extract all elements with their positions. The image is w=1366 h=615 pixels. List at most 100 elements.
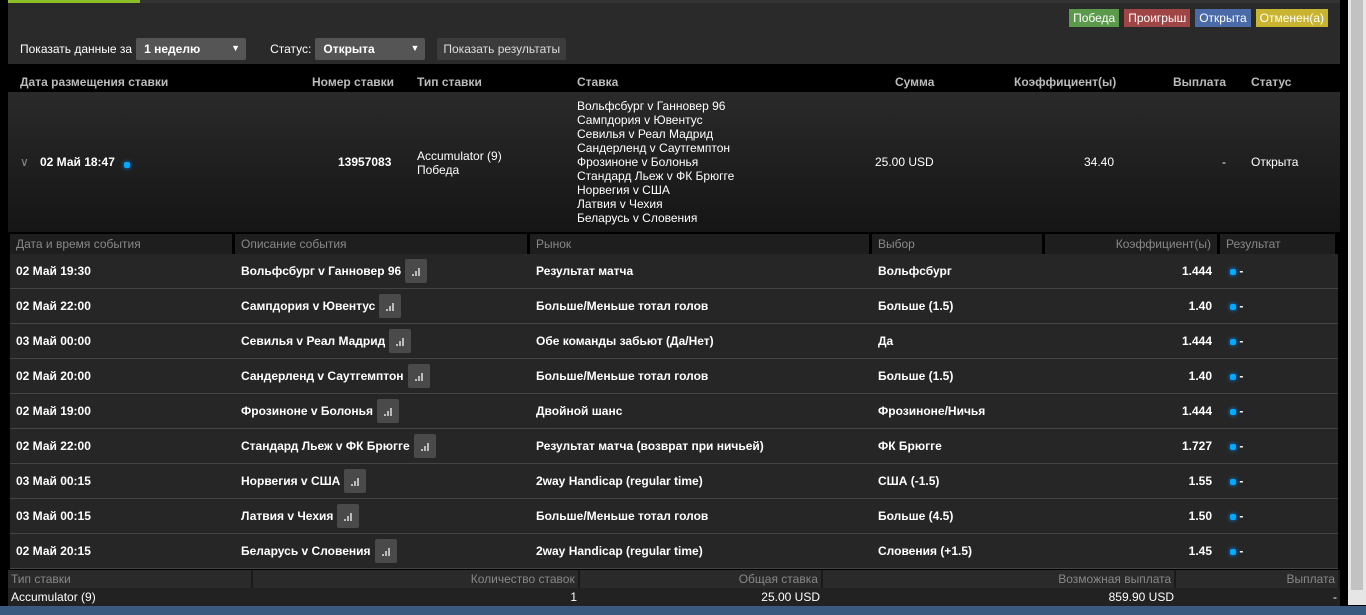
leg-date: 02 Май 22:00 <box>16 439 91 453</box>
leg-event: Стандард Льеж v ФК Брюгге <box>235 434 530 458</box>
status-select[interactable]: Открыта ▼ <box>315 38 426 60</box>
bet-type-result: Победа <box>417 163 460 177</box>
show-results-button[interactable]: Показать результаты <box>437 38 567 60</box>
status-dot-icon <box>124 157 130 171</box>
table-row: 02 Май 20:00 Сандерленд v Саутгемптон Бо… <box>10 359 1338 394</box>
status-label: Статус: <box>270 42 312 56</box>
chevron-down-icon[interactable]: ∨ <box>20 155 29 169</box>
leg-market: Больше/Меньше тотал голов <box>536 369 709 383</box>
leg-market: Больше/Меньше тотал голов <box>536 509 709 523</box>
summary-header-payout: Выплата <box>1176 570 1339 588</box>
leg-event-name: Беларусь v Словения <box>241 544 371 558</box>
leg-result-value: - <box>1239 404 1244 418</box>
dropdown-arrow-icon: ▼ <box>231 43 241 53</box>
scrollbar-thumb[interactable] <box>1351 0 1363 590</box>
leg-market: Больше/Меньше тотал голов <box>536 299 709 313</box>
legs-col-odds: Коэффициент(ы) <box>1045 234 1217 254</box>
table-row: 03 Май 00:00 Севилья v Реал Мадрид Обе к… <box>10 324 1338 359</box>
legend-open: Открыта <box>1195 9 1251 27</box>
leg-date: 02 Май 20:00 <box>16 369 91 383</box>
status-dot-icon <box>1230 269 1236 275</box>
status-dot-icon <box>1230 409 1236 415</box>
summary-header-potential: Возможная выплата <box>822 570 1175 588</box>
legs-header: Дата и время события Описание события Ры… <box>10 234 1338 254</box>
col-odds: Коэффициент(ы) <box>1014 75 1117 89</box>
col-payout: Выплата <box>1173 75 1227 89</box>
status-dot-icon <box>1230 479 1236 485</box>
table-row: 03 Май 00:15 Латвия v Чехия Больше/Меньш… <box>10 499 1338 534</box>
stats-icon[interactable] <box>405 259 428 283</box>
leg-event-name: Севилья v Реал Мадрид <box>241 334 386 348</box>
bet-type-name: Accumulator (9) <box>417 149 502 163</box>
col-number: Номер ставки <box>312 75 395 89</box>
summary-stake: 25.00 USD <box>761 590 820 604</box>
leg-result: - <box>1220 544 1338 558</box>
stats-icon[interactable] <box>413 434 436 458</box>
stats-icon[interactable] <box>374 539 397 563</box>
leg-result: - <box>1220 439 1338 453</box>
bet-type: Accumulator (9) Победа <box>417 149 502 177</box>
leg-selection: Да <box>878 334 894 348</box>
leg-odds: 1.40 <box>1188 299 1212 313</box>
status-legend: Победа Проигрыш Открыта Отменен(а) <box>1069 9 1328 27</box>
legend-win: Победа <box>1069 9 1120 27</box>
bets-table-header: Дата размещения ставки Номер ставки Тип … <box>8 70 1340 92</box>
status-dot-icon <box>1230 549 1236 555</box>
table-row: 03 Май 00:15 Норвегия v США 2way Handica… <box>10 464 1338 499</box>
leg-result: - <box>1220 299 1338 313</box>
leg-result-value: - <box>1239 544 1244 558</box>
stats-icon[interactable] <box>407 364 430 388</box>
leg-odds: 1.444 <box>1181 334 1212 348</box>
bet-status: Открыта <box>1251 155 1299 169</box>
leg-event: Севилья v Реал Мадрид <box>235 329 530 353</box>
bet-selection: Сандерленд v Саутгемптон <box>577 141 731 155</box>
stats-icon[interactable] <box>389 329 412 353</box>
table-row: 02 Май 20:15 Беларусь v Словения 2way Ha… <box>10 534 1338 569</box>
bet-selection: Беларусь v Словения <box>577 211 698 225</box>
leg-result: - <box>1220 509 1338 523</box>
col-status: Статус <box>1251 75 1292 89</box>
scrollbar[interactable] <box>1348 0 1366 605</box>
leg-event: Вольфсбург v Ганновер 96 <box>235 259 530 283</box>
leg-event: Фрозиноне v Болонья <box>235 399 530 423</box>
dropdown-arrow-icon: ▼ <box>410 43 420 53</box>
leg-event-name: Фрозиноне v Болонья <box>241 404 374 418</box>
stats-icon[interactable] <box>377 399 400 423</box>
bet-number: 13957083 <box>338 155 392 169</box>
bet-selection: Севилья v Реал Мадрид <box>577 127 714 141</box>
leg-event: Беларусь v Словения <box>235 539 530 563</box>
leg-selection: Больше (4.5) <box>878 509 954 523</box>
col-amount: Сумма <box>895 75 935 89</box>
leg-result-value: - <box>1239 299 1244 313</box>
bet-selection: Стандард Льеж v ФК Брюгге <box>577 169 735 183</box>
leg-market: Двойной шанс <box>536 404 623 418</box>
legs-col-date: Дата и время события <box>10 234 232 254</box>
stats-icon[interactable] <box>379 294 402 318</box>
status-dot-icon <box>1230 374 1236 380</box>
summary-header-type: Тип ставки <box>8 570 252 588</box>
leg-event-name: Стандард Льеж v ФК Брюгге <box>241 439 410 453</box>
leg-odds: 1.444 <box>1181 264 1212 278</box>
col-date: Дата размещения ставки <box>20 75 169 89</box>
stats-icon[interactable] <box>337 504 360 528</box>
period-select[interactable]: 1 неделю ▼ <box>136 38 247 60</box>
leg-date: 03 Май 00:15 <box>16 474 91 488</box>
bet-amount: 25.00 USD <box>875 155 934 169</box>
stats-icon[interactable] <box>344 469 367 493</box>
col-type: Тип ставки <box>417 75 482 89</box>
bet-selection: Фрозиноне v Болонья <box>577 155 699 169</box>
leg-event-name: Сампдория v Ювентус <box>241 299 376 313</box>
status-value: Открыта <box>323 42 375 56</box>
leg-market: Результат матча <box>536 264 634 278</box>
leg-odds: 1.727 <box>1181 439 1212 453</box>
leg-date: 03 Май 00:15 <box>16 509 91 523</box>
leg-event-name: Вольфсбург v Ганновер 96 <box>241 264 402 278</box>
bet-selections: Вольфсбург v Ганновер 96 Сампдория v Ювен… <box>577 99 734 225</box>
status-dot-icon <box>1230 339 1236 345</box>
bet-odds: 34.40 <box>1084 155 1115 169</box>
status-dot-icon <box>1230 304 1236 310</box>
leg-selection: Фрозиноне/Ничья <box>878 404 986 418</box>
leg-result-value: - <box>1239 369 1244 383</box>
bet-row[interactable]: ∨ 02 Май 18:47 13957083 Accumulator (9) П… <box>8 92 1340 232</box>
leg-result-value: - <box>1239 334 1244 348</box>
